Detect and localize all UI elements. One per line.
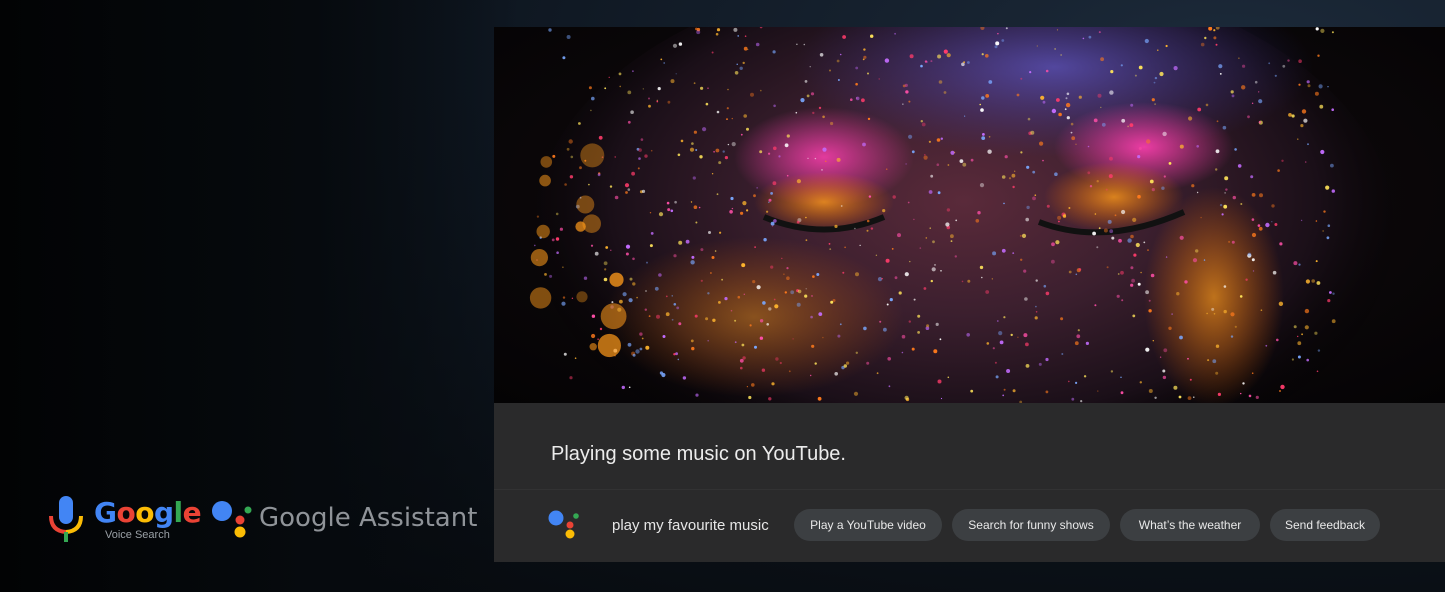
assistant-response-text: Playing some music on YouTube.: [551, 443, 846, 465]
assistant-panel: Playing some music on YouTube. play my f…: [494, 403, 1445, 562]
microphone-icon: [49, 496, 83, 542]
google-letter: Google: [94, 496, 202, 529]
user-query-text: play my favourite music: [612, 517, 769, 534]
tv-screen: Playing some music on YouTube. play my f…: [494, 27, 1445, 562]
google-wordmark: Google: [94, 496, 202, 529]
google-voice-search-logo: Google Voice Search: [48, 496, 202, 546]
assistant-wordmark: Google Assistant: [259, 503, 478, 533]
suggestion-chip-send-feedback[interactable]: Send feedback: [1270, 509, 1380, 541]
panel-divider: [494, 489, 1445, 490]
suggestion-chip-funny-shows[interactable]: Search for funny shows: [952, 509, 1110, 541]
suggestion-chip-youtube-video[interactable]: Play a YouTube video: [794, 509, 942, 541]
assistant-dots-icon: [548, 510, 579, 539]
paint-face-image: [494, 27, 1445, 403]
face-artwork: [529, 27, 1394, 403]
assistant-dots-icon: [212, 501, 252, 538]
suggestion-chip-weather[interactable]: What’s the weather: [1120, 509, 1260, 541]
voice-search-subtitle: Voice Search: [105, 529, 170, 541]
google-assistant-logo: Google Assistant: [212, 500, 477, 540]
